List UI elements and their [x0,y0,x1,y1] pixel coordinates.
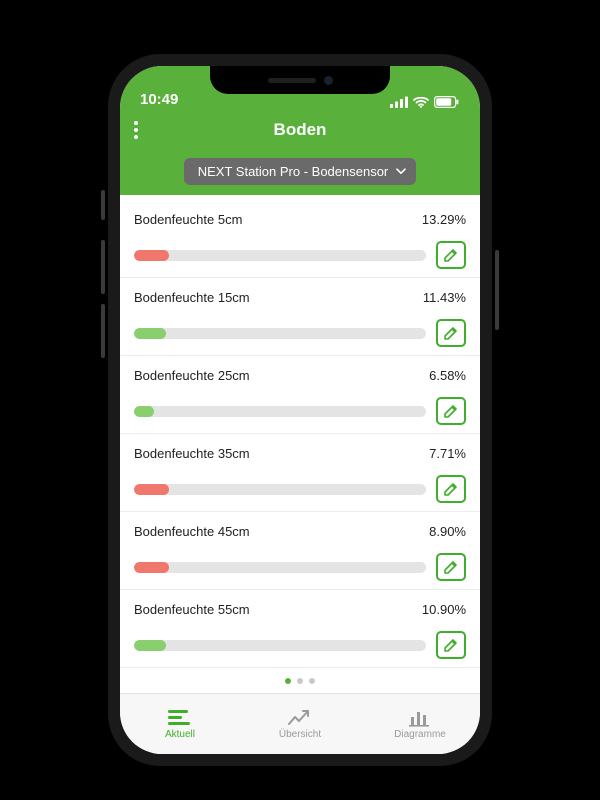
sensor-progress-fill [134,406,154,417]
tab-aktuell[interactable]: Aktuell [120,694,240,754]
menu-button[interactable] [134,121,138,139]
tab-bar: Aktuell Übersicht Diagramme [120,693,480,754]
sensor-list[interactable]: Bodenfeuchte 5cm 13.29% Bodenfeuchte 15cm 1… [120,200,480,694]
sensor-value: 10.90% [422,602,466,617]
sensor-value: 8.90% [429,524,466,539]
bar-chart-icon [408,709,432,727]
battery-icon [434,96,460,108]
sensor-label: Bodenfeuchte 35cm [134,446,250,461]
page-title: Boden [274,120,327,140]
sensor-value: 11.43% [423,290,466,305]
sensor-label: Bodenfeuchte 55cm [134,602,250,617]
sensor-progress-bar [134,250,426,261]
tab-label: Diagramme [394,729,446,740]
sensor-row: Bodenfeuchte 55cm 10.90% [120,590,480,668]
pencil-icon [443,481,459,497]
sensor-value: 7.71% [429,446,466,461]
station-selector-wrap: NEXT Station Pro - Bodensensor [120,150,480,195]
pencil-icon [443,325,459,341]
pencil-icon [443,403,459,419]
page-indicator [120,668,480,690]
sensor-progress-fill [134,484,169,495]
chevron-down-icon [396,168,406,175]
tab-label: Aktuell [165,729,195,740]
pencil-icon [443,247,459,263]
sensor-label: Bodenfeuchte 45cm [134,524,250,539]
volume-up-button [101,240,105,294]
sensor-row: Bodenfeuchte 35cm 7.71% [120,434,480,512]
status-time: 10:49 [140,91,178,108]
edit-button[interactable] [436,553,466,581]
sensor-progress-fill [134,328,166,339]
sensor-row: Bodenfeuchte 5cm 13.29% [120,200,480,278]
power-button [495,250,499,330]
bars-left-icon [168,709,192,727]
sensor-row: Bodenfeuchte 45cm 8.90% [120,512,480,590]
sensor-progress-fill [134,562,169,573]
app-header: Boden [120,110,480,150]
sensor-label: Bodenfeuchte 25cm [134,368,250,383]
pencil-icon [443,637,459,653]
sensor-progress-fill [134,250,169,261]
sensor-row: Bodenfeuchte 25cm 6.58% [120,356,480,434]
edit-button[interactable] [436,319,466,347]
station-selector-label: NEXT Station Pro - Bodensensor [198,164,389,179]
edit-button[interactable] [436,241,466,269]
sensor-label: Bodenfeuchte 15cm [134,290,250,305]
screen: 10:49 Boden [120,66,480,754]
sensor-progress-bar [134,406,426,417]
sensor-value: 13.29% [422,212,466,227]
phone-frame: 10:49 Boden [104,50,496,770]
mute-switch [101,190,105,220]
page-dot[interactable] [309,678,315,684]
tab-diagramme[interactable]: Diagramme [360,694,480,754]
edit-button[interactable] [436,397,466,425]
sensor-progress-bar [134,484,426,495]
pencil-icon [443,559,459,575]
trend-up-icon [288,709,312,727]
sensor-progress-fill [134,640,166,651]
tab-ubersicht[interactable]: Übersicht [240,694,360,754]
sensor-value: 6.58% [429,368,466,383]
wifi-icon [413,96,429,108]
volume-down-button [101,304,105,358]
sensor-progress-bar [134,562,426,573]
cellular-icon [390,96,408,108]
page-dot[interactable] [285,678,291,684]
sensor-label: Bodenfeuchte 5cm [134,212,242,227]
edit-button[interactable] [436,475,466,503]
sensor-progress-bar [134,640,426,651]
page-dot[interactable] [297,678,303,684]
notch [210,66,390,94]
station-selector[interactable]: NEXT Station Pro - Bodensensor [184,158,417,185]
edit-button[interactable] [436,631,466,659]
sensor-progress-bar [134,328,426,339]
sensor-row: Bodenfeuchte 15cm 11.43% [120,278,480,356]
tab-label: Übersicht [279,729,321,740]
